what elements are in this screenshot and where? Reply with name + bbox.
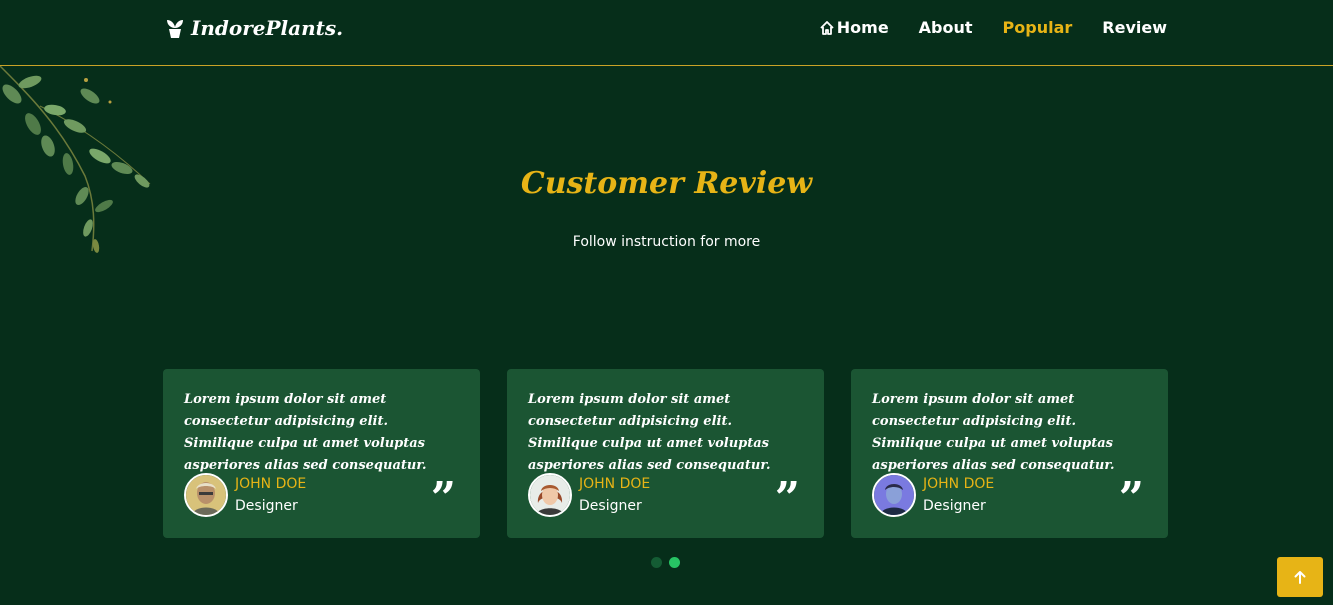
quote-icon: ” [774,473,800,524]
site-header: IndorePlants. Home About Popular Review [0,0,1333,66]
review-card: Lorem ipsum dolor sit amet consectetur a… [507,369,824,538]
avatar [184,473,228,517]
review-card: Lorem ipsum dolor sit amet consectetur a… [163,369,480,538]
logo-text: IndorePlants. [191,16,344,40]
reviewer-name: JOHN DOE [923,476,995,492]
pagination-dot[interactable] [651,557,662,568]
main-nav: Home About Popular Review [819,18,1167,37]
reviewer: JOHN DOE Designer [184,473,306,517]
reviewer: JOHN DOE Designer [872,473,994,517]
avatar [528,473,572,517]
quote-icon: ” [430,473,456,524]
scroll-top-button[interactable] [1277,557,1323,597]
reviewer-name: JOHN DOE [235,476,307,492]
nav-popular[interactable]: Popular [1003,18,1073,37]
quote-icon: ” [1118,473,1144,524]
reviewer-role: Designer [923,498,986,514]
nav-about-label: About [918,18,973,37]
section-subtitle: Follow instruction for more [572,234,761,250]
nav-review[interactable]: Review [1102,18,1167,37]
reviewer-role: Designer [579,498,642,514]
arrow-up-icon [1294,571,1306,584]
review-text: Lorem ipsum dolor sit amet consectetur a… [872,392,1115,473]
home-icon [820,20,834,35]
nav-home-label: Home [836,18,889,37]
nav-home[interactable]: Home [819,18,889,37]
review-text: Lorem ipsum dolor sit amet consectetur a… [528,392,771,473]
nav-popular-label: Popular [1002,18,1073,37]
plant-pot-icon [167,20,183,38]
review-card: Lorem ipsum dolor sit amet consectetur a… [851,369,1168,538]
avatar [872,473,916,517]
logo[interactable]: IndorePlants. [165,16,343,40]
reviewer-name: JOHN DOE [579,476,651,492]
nav-review-label: Review [1102,18,1167,37]
reviewer: JOHN DOE Designer [528,473,650,517]
review-text: Lorem ipsum dolor sit amet consectetur a… [184,392,427,473]
reviewer-role: Designer [235,498,298,514]
nav-about[interactable]: About [919,18,973,37]
carousel-pagination [651,557,680,568]
pagination-dot-active[interactable] [669,557,680,568]
section-title: Customer Review [520,166,813,201]
leaves-decoration [0,66,151,253]
